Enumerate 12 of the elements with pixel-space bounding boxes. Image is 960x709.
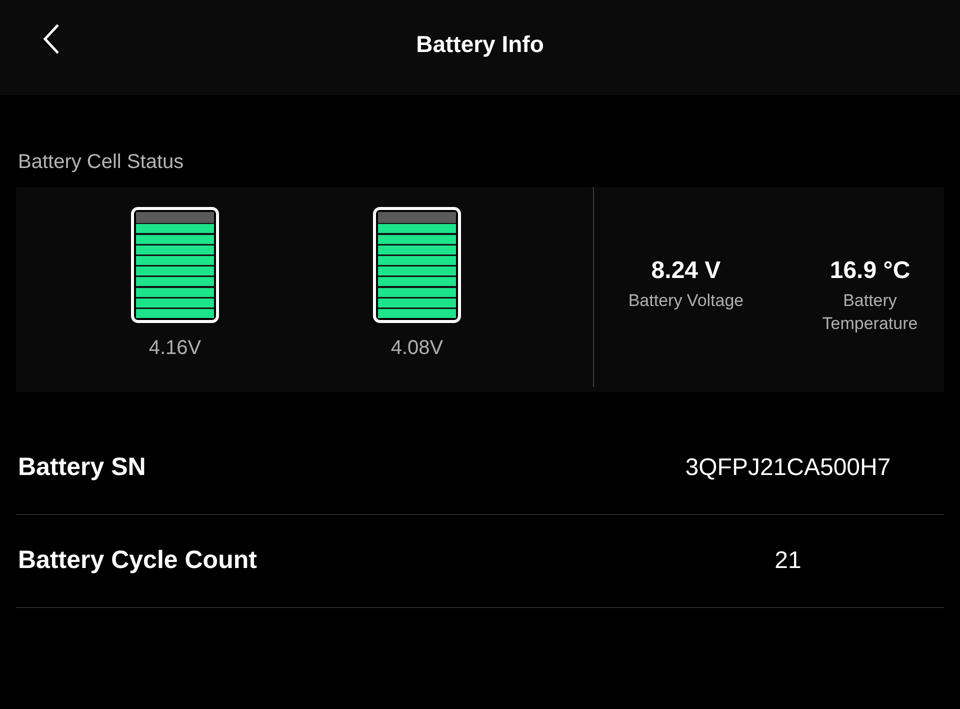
cell-voltage: 4.16V	[148, 336, 202, 361]
stat-label: Battery Temperature	[821, 290, 919, 335]
page-title: Battery Info	[416, 30, 544, 60]
section-title: Battery Cell Status	[18, 150, 185, 175]
stat-label: Battery Voltage	[627, 290, 745, 312]
cell-voltage: 4.08V	[390, 336, 444, 361]
row-value: 21	[774, 546, 802, 576]
row-value: 3QFPJ21CA500H7	[684, 453, 892, 483]
row-label: Battery SN	[18, 452, 147, 484]
row-label: Battery Cycle Count	[18, 545, 258, 576]
stat-value: 8.24 V	[651, 256, 721, 286]
stat-value: 16.9 °C	[830, 256, 910, 286]
